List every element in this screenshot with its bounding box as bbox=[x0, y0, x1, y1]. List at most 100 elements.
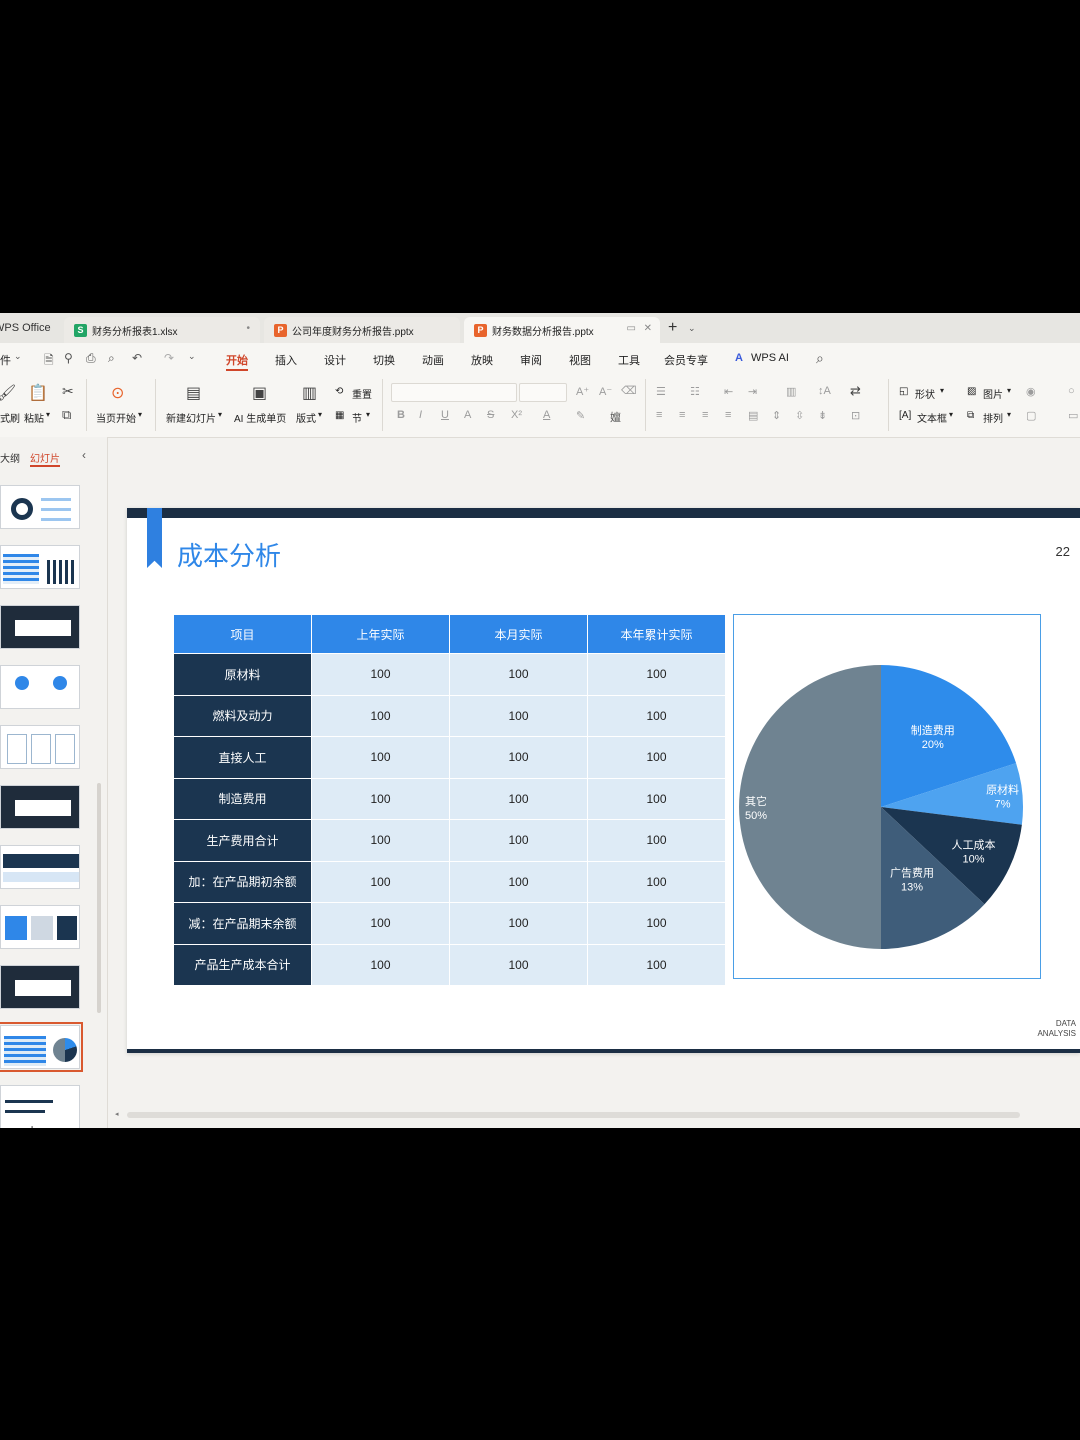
highlight-icon[interactable]: ✎ bbox=[576, 409, 585, 422]
panel-scrollbar[interactable] bbox=[97, 783, 101, 1013]
underline-icon[interactable]: U bbox=[441, 409, 449, 421]
outline-icon[interactable]: ▢ bbox=[1026, 409, 1036, 422]
char-spacing-icon[interactable]: 嬗 bbox=[610, 409, 621, 425]
horizontal-scrollbar[interactable] bbox=[127, 1112, 1020, 1118]
close-icon[interactable]: ✕ bbox=[644, 323, 652, 334]
table-cell[interactable]: 100 bbox=[449, 902, 588, 945]
new-slide-button[interactable]: 新建幻灯片 bbox=[166, 410, 216, 425]
tab-data-report[interactable]: P 财务数据分析报告.pptx ✕ ▭ bbox=[464, 317, 660, 343]
chevron-down-icon[interactable]: ▾ bbox=[138, 410, 142, 419]
copy-icon[interactable]: ⧉ bbox=[62, 407, 71, 423]
columns-icon[interactable]: ▥ bbox=[786, 385, 796, 398]
save-icon[interactable]: 🗎 bbox=[44, 351, 54, 372]
table-row-header[interactable]: 原材料 bbox=[173, 653, 312, 696]
chevron-down-icon[interactable]: ▾ bbox=[940, 386, 944, 395]
link-icon[interactable]: ⚲ bbox=[64, 351, 73, 365]
text-box-align-icon[interactable]: ⊡ bbox=[851, 409, 860, 422]
superscript-icon[interactable]: X² bbox=[511, 409, 522, 421]
picture-icon[interactable]: ▨ bbox=[967, 386, 976, 397]
table-cell[interactable]: 100 bbox=[587, 736, 726, 779]
textbox-icon[interactable]: [A] bbox=[899, 410, 911, 421]
table-cell[interactable]: 100 bbox=[587, 777, 726, 820]
table-cell[interactable]: 100 bbox=[449, 860, 588, 903]
slide-thumbnail[interactable] bbox=[0, 785, 80, 829]
table-row-header[interactable]: 加：在产品期初余额 bbox=[173, 860, 312, 903]
table-row-header[interactable]: 减：在产品期末余额 bbox=[173, 902, 312, 945]
arrange-icon[interactable]: ⧉ bbox=[967, 410, 974, 421]
menu-insert[interactable]: 插入 bbox=[275, 352, 297, 368]
vertical-align-icon[interactable]: ⇟ bbox=[818, 409, 827, 422]
undo-icon[interactable]: ↶ bbox=[132, 351, 142, 365]
table-row-header[interactable]: 制造费用 bbox=[173, 777, 312, 820]
chevron-down-icon[interactable]: ▾ bbox=[949, 410, 953, 419]
indent-increase-icon[interactable]: ⇥ bbox=[748, 385, 757, 398]
menu-review[interactable]: 审阅 bbox=[520, 352, 542, 368]
reset-icon[interactable]: ⟲ bbox=[335, 386, 343, 397]
reset-button[interactable]: 重置 bbox=[352, 386, 372, 401]
layout-button[interactable]: 版式 bbox=[296, 410, 316, 425]
table-cell[interactable]: 100 bbox=[449, 694, 588, 737]
tab-annual-report[interactable]: P 公司年度财务分析报告.pptx bbox=[264, 317, 460, 343]
new-tab-icon[interactable]: + bbox=[668, 319, 677, 337]
arrange-button[interactable]: 排列 bbox=[983, 410, 1003, 425]
ai-page-icon[interactable]: ▣ bbox=[252, 383, 267, 403]
section-button[interactable]: 节 bbox=[352, 410, 362, 425]
format-painter-icon[interactable]: 🖌 bbox=[0, 383, 16, 403]
slide-thumbnail[interactable] bbox=[0, 1085, 80, 1128]
more-icon[interactable]: ▭ bbox=[1068, 409, 1078, 422]
align-right-icon[interactable]: ≡ bbox=[702, 409, 708, 421]
pie-chart[interactable]: 制造费用 20% 原材料 7% 人工成本 10% 广告费用 13% 其它 50% bbox=[734, 615, 1040, 978]
preview-icon[interactable]: ⌕ bbox=[108, 351, 115, 366]
chevron-down-icon[interactable]: ⌄ bbox=[688, 323, 696, 334]
fill-icon[interactable]: ◉ bbox=[1026, 385, 1036, 398]
align-center-icon[interactable]: ≡ bbox=[679, 409, 685, 421]
menu-design[interactable]: 设计 bbox=[324, 352, 346, 368]
table-cell[interactable]: 100 bbox=[587, 819, 726, 862]
add-slide-icon[interactable]: + bbox=[28, 1121, 36, 1128]
align-left-icon[interactable]: ≡ bbox=[656, 409, 662, 421]
table-header-cell[interactable]: 项目 bbox=[173, 614, 312, 654]
eraser-icon[interactable]: ⌫ bbox=[621, 384, 637, 397]
table-cell[interactable]: 100 bbox=[311, 653, 450, 696]
para-spacing-icon[interactable]: ⇳ bbox=[795, 409, 804, 422]
menu-tools[interactable]: 工具 bbox=[618, 352, 640, 368]
table-cell[interactable]: 100 bbox=[449, 777, 588, 820]
layout-icon[interactable]: ▥ bbox=[302, 383, 317, 403]
pie-chart-frame[interactable]: 制造费用 20% 原材料 7% 人工成本 10% 广告费用 13% 其它 50% bbox=[733, 614, 1041, 979]
slide-thumbnail-current[interactable] bbox=[0, 1022, 83, 1072]
cost-table[interactable]: 项目 上年实际 本月实际 本年累计实际 原材料 100 100 100 燃料及动… bbox=[173, 614, 726, 986]
table-header-cell[interactable]: 本月实际 bbox=[449, 614, 588, 654]
menu-animation[interactable]: 动画 bbox=[422, 352, 444, 368]
table-cell[interactable]: 100 bbox=[311, 943, 450, 986]
chevron-down-icon[interactable]: ⌄ bbox=[188, 351, 196, 362]
italic-icon[interactable]: I bbox=[419, 409, 422, 421]
chevron-down-icon[interactable]: ▾ bbox=[366, 410, 370, 419]
table-row-header[interactable]: 生产费用合计 bbox=[173, 819, 312, 862]
slide-thumbnail[interactable] bbox=[0, 545, 80, 589]
distribute-icon[interactable]: ▤ bbox=[748, 409, 758, 422]
shape-button[interactable]: 形状 bbox=[915, 386, 935, 401]
table-cell[interactable]: 100 bbox=[449, 819, 588, 862]
slide-canvas[interactable]: 成本分析 22 项目 上年实际 本月实际 本年累计实际 原材料 100 100 … bbox=[127, 508, 1080, 1053]
table-cell[interactable]: 100 bbox=[311, 860, 450, 903]
slide-thumbnail[interactable] bbox=[0, 725, 80, 769]
cut-icon[interactable]: ✂ bbox=[62, 383, 74, 400]
chevron-down-icon[interactable]: ▾ bbox=[218, 410, 222, 419]
numbering-icon[interactable]: ☷ bbox=[690, 385, 700, 398]
play-icon[interactable]: ⊙ bbox=[111, 383, 124, 403]
new-slide-icon[interactable]: ▤ bbox=[186, 383, 201, 403]
menu-transition[interactable]: 切换 bbox=[373, 352, 395, 368]
table-cell[interactable]: 100 bbox=[587, 860, 726, 903]
strikethrough-icon[interactable]: S bbox=[487, 409, 494, 421]
table-header-cell[interactable]: 本年累计实际 bbox=[587, 614, 726, 654]
table-cell[interactable]: 100 bbox=[449, 943, 588, 986]
format-painter-label[interactable]: 式刷 bbox=[0, 410, 20, 425]
font-family-select[interactable] bbox=[391, 383, 517, 402]
grow-font-icon[interactable]: A⁺ bbox=[576, 385, 589, 398]
ai-page-button[interactable]: AI 生成单页 bbox=[234, 410, 286, 425]
text-direction-icon[interactable]: ↕A bbox=[818, 385, 831, 397]
paste-icon[interactable]: 📋 bbox=[28, 383, 48, 403]
table-cell[interactable]: 100 bbox=[311, 902, 450, 945]
window-icon[interactable]: ▭ bbox=[627, 323, 636, 334]
font-size-select[interactable] bbox=[519, 383, 567, 402]
